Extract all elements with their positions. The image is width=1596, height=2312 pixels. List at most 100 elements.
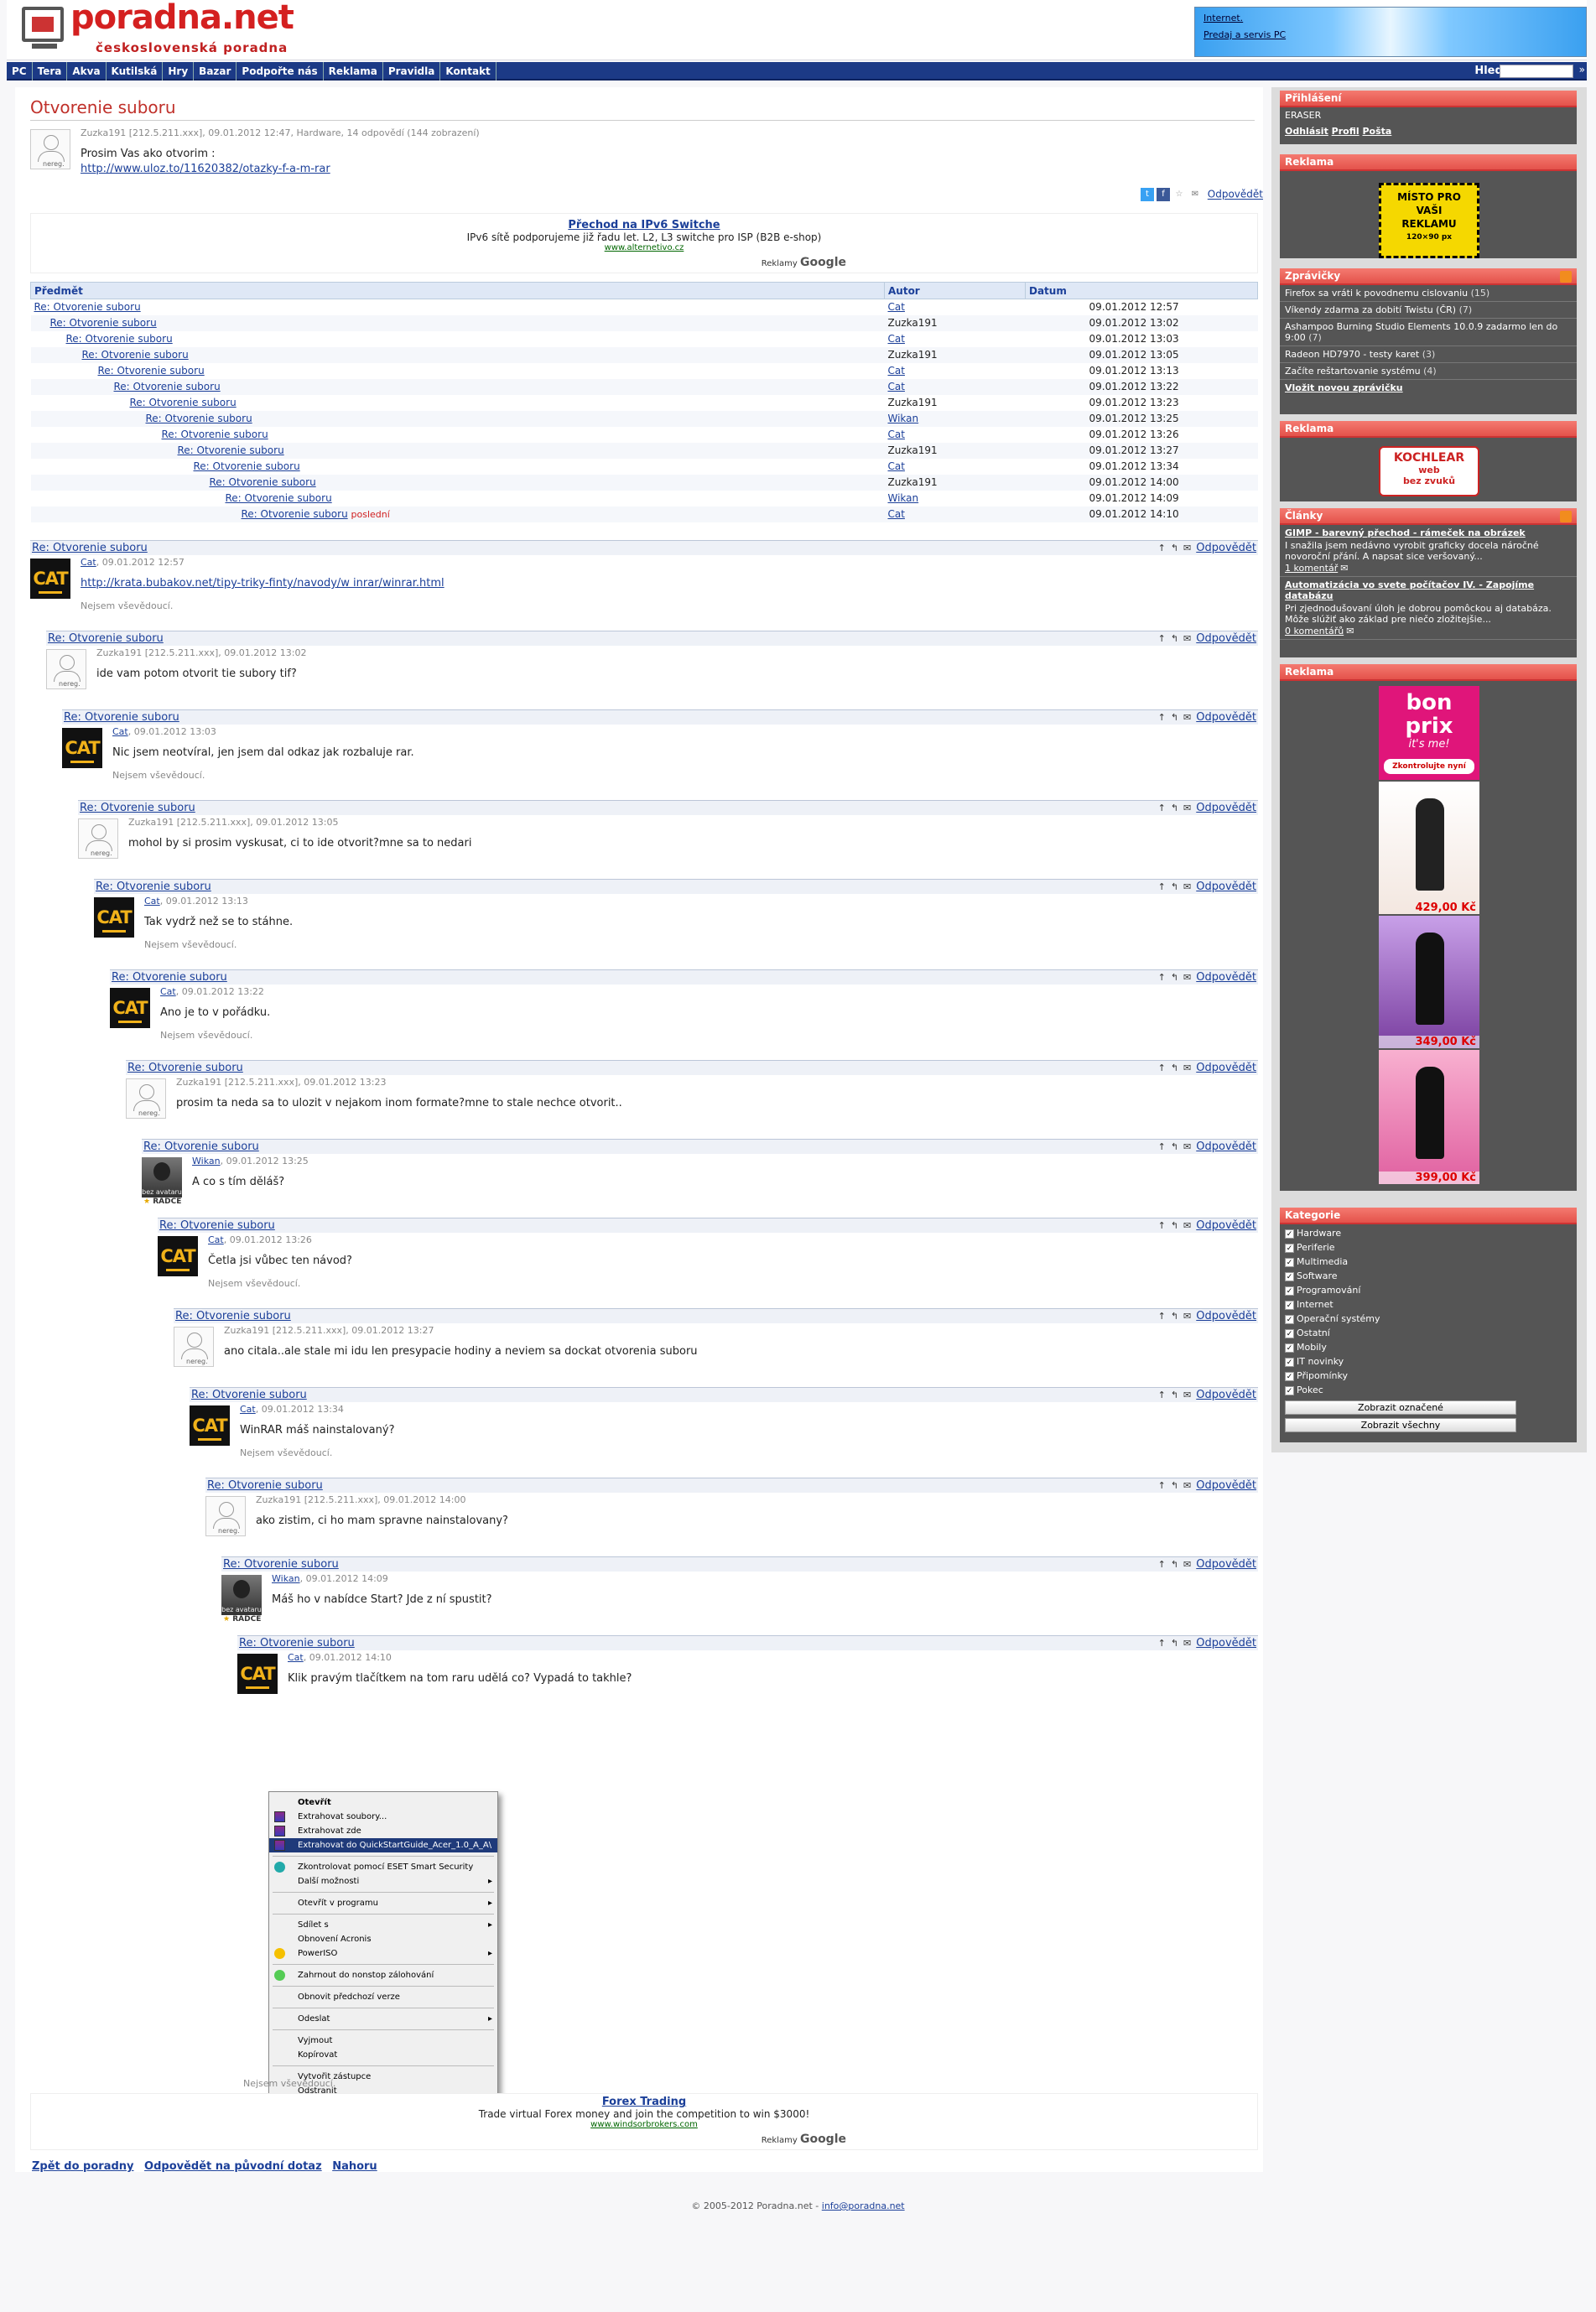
reply-original-link[interactable]: Odpovědět na původní dotaz bbox=[144, 2160, 322, 2173]
show-selected-button[interactable]: Zobrazit označené bbox=[1285, 1400, 1516, 1415]
reply-button[interactable]: Odpovědět bbox=[1196, 1479, 1256, 1492]
mail-icon[interactable]: ✉ bbox=[1183, 881, 1191, 892]
context-menu-item[interactable]: Extrahovat soubory... bbox=[269, 1810, 497, 1824]
mail-icon[interactable]: ✉ bbox=[1183, 1559, 1191, 1570]
thread-subject-link[interactable]: Re: Otvorenie suboru bbox=[178, 444, 284, 456]
back-link[interactable]: Zpět do poradny bbox=[32, 2160, 134, 2173]
post-title-link[interactable]: Re: Otvorenie suboru bbox=[191, 1389, 307, 1401]
profile-link[interactable]: Profil bbox=[1332, 126, 1359, 137]
context-menu-item[interactable]: Obnovení Acronis bbox=[269, 1932, 497, 1946]
post-author-link[interactable]: Cat bbox=[288, 1652, 304, 1663]
mail-icon[interactable]: ✉ bbox=[1183, 1311, 1191, 1322]
checkbox[interactable]: ✓ bbox=[1285, 1300, 1294, 1310]
category-item[interactable]: ✓ Pokec bbox=[1280, 1383, 1577, 1397]
reply-arrow-icon[interactable]: ↰ bbox=[1171, 1638, 1178, 1649]
site-logo[interactable]: poradna.net československá poradna bbox=[22, 0, 294, 55]
thread-author[interactable]: Cat bbox=[888, 508, 905, 520]
reply-arrow-icon[interactable]: ↰ bbox=[1171, 1062, 1178, 1073]
reply-button[interactable]: Odpovědět bbox=[1196, 1389, 1256, 1401]
thread-author[interactable]: Cat bbox=[888, 381, 905, 392]
reply-arrow-icon[interactable]: ↰ bbox=[1171, 1220, 1178, 1231]
ad-top-title[interactable]: Přechod na IPv6 Switche bbox=[31, 219, 1257, 231]
context-menu-item[interactable]: Obnovit předchozí verze bbox=[269, 1990, 497, 2004]
post-author-link[interactable]: Cat bbox=[240, 1404, 256, 1415]
category-item[interactable]: ✓ Software bbox=[1280, 1269, 1577, 1283]
arrow-up-icon[interactable]: ↑ bbox=[1158, 633, 1166, 644]
table-row[interactable]: Re: Otvorenie suboru Zuzka191 09.01.2012 1… bbox=[31, 395, 1258, 411]
nav-item-hry[interactable]: Hry bbox=[163, 62, 195, 81]
context-menu-item[interactable]: Extrahovat do QuickStartGuide_Acer_1.0_A… bbox=[269, 1838, 497, 1852]
nav-item-reklama[interactable]: Reklama bbox=[324, 62, 383, 81]
checkbox[interactable]: ✓ bbox=[1285, 1257, 1294, 1267]
mail-icon[interactable]: ✉ bbox=[1183, 803, 1191, 813]
checkbox[interactable]: ✓ bbox=[1285, 1229, 1294, 1239]
nav-item-pc[interactable]: PC bbox=[7, 62, 33, 81]
table-row[interactable]: Re: Otvorenie suboru Cat 09.01.2012 13:26 bbox=[31, 427, 1258, 443]
mail-icon[interactable]: ✉ bbox=[1183, 1638, 1191, 1649]
arrow-up-icon[interactable]: ↑ bbox=[1158, 803, 1166, 813]
mail-icon[interactable]: ✉ bbox=[1183, 543, 1191, 553]
mail-icon[interactable]: ✉ bbox=[1183, 1062, 1191, 1073]
reply-arrow-icon[interactable]: ↰ bbox=[1171, 1480, 1178, 1491]
header-link-internet[interactable]: Internet. bbox=[1203, 13, 1586, 24]
arrow-up-icon[interactable]: ↑ bbox=[1158, 1141, 1166, 1152]
arrow-up-icon[interactable]: ↑ bbox=[1158, 881, 1166, 892]
post-title-link[interactable]: Re: Otvorenie suboru bbox=[48, 632, 164, 645]
twitter-icon[interactable]: t bbox=[1140, 188, 1154, 201]
product-image[interactable]: 399,00 Kč bbox=[1379, 1050, 1479, 1184]
table-row[interactable]: Re: Otvorenie suboru Cat 09.01.2012 13:03 bbox=[31, 331, 1258, 347]
rss-icon[interactable] bbox=[1560, 511, 1572, 522]
thread-subject-link[interactable]: Re: Otvorenie suboru bbox=[162, 429, 268, 440]
reply-arrow-icon[interactable]: ↰ bbox=[1171, 543, 1178, 553]
post-title-link[interactable]: Re: Otvorenie suboru bbox=[32, 542, 148, 554]
table-row[interactable]: Re: Otvorenie suboru Cat 09.01.2012 13:22 bbox=[30, 378, 1258, 395]
post-title-link[interactable]: Re: Otvorenie suboru bbox=[80, 802, 195, 814]
post-title-link[interactable]: Re: Otvorenie suboru bbox=[96, 881, 211, 893]
arrow-up-icon[interactable]: ↑ bbox=[1158, 1638, 1166, 1649]
arrow-up-icon[interactable]: ↑ bbox=[1158, 1480, 1166, 1491]
category-item[interactable]: ✓ Multimedia bbox=[1280, 1255, 1577, 1269]
article-link[interactable]: GIMP - barevný přechod - rámeček na obrá… bbox=[1285, 527, 1526, 538]
ad-bottom-url[interactable]: www.windsorbrokers.com bbox=[31, 2120, 1257, 2129]
thread-subject-link[interactable]: Re: Otvorenie suboru bbox=[98, 365, 205, 377]
category-item[interactable]: ✓ Ostatní bbox=[1280, 1326, 1577, 1340]
checkbox[interactable]: ✓ bbox=[1285, 1371, 1294, 1381]
arrow-up-icon[interactable]: ↑ bbox=[1158, 543, 1166, 553]
bonprix-banner[interactable]: bon prix it's me! Zkontrolujte nyní bbox=[1379, 686, 1479, 780]
star-icon[interactable]: ☆ bbox=[1172, 188, 1186, 201]
reply-button[interactable]: Odpovědět bbox=[1196, 1062, 1256, 1074]
arrow-up-icon[interactable]: ↑ bbox=[1158, 1311, 1166, 1322]
thread-author[interactable]: Cat bbox=[888, 365, 905, 377]
thread-author[interactable]: Wikan bbox=[888, 413, 919, 424]
post-title-link[interactable]: Re: Otvorenie suboru bbox=[143, 1140, 259, 1153]
thread-author[interactable]: Cat bbox=[888, 301, 905, 313]
post-title-link[interactable]: Re: Otvorenie suboru bbox=[127, 1062, 243, 1074]
reply-button[interactable]: Odpovědět bbox=[1196, 881, 1256, 893]
question-link[interactable]: http://www.uloz.to/11620382/otazky-f-a-m… bbox=[81, 163, 330, 175]
checkbox[interactable]: ✓ bbox=[1285, 1286, 1294, 1296]
post-author-link[interactable]: Wikan bbox=[272, 1573, 300, 1584]
nav-item-akva[interactable]: Akva bbox=[67, 62, 107, 81]
category-item[interactable]: ✓ Mobily bbox=[1280, 1340, 1577, 1354]
ad-bottom-title[interactable]: Forex Trading bbox=[31, 2096, 1257, 2108]
thread-subject-link[interactable]: Re: Otvorenie suboru bbox=[82, 349, 189, 361]
category-item[interactable]: ✓ Periferie bbox=[1280, 1240, 1577, 1255]
context-menu-item[interactable]: Vyjmout bbox=[269, 2034, 497, 2048]
table-row[interactable]: Re: Otvorenie suboru Zuzka191 09.01.2012 1… bbox=[30, 474, 1258, 491]
post-title-link[interactable]: Re: Otvorenie suboru bbox=[239, 1637, 355, 1650]
news-item[interactable]: Víkendy zdarma za dobití Twistu (ČR) (7) bbox=[1280, 302, 1577, 319]
post-title-link[interactable]: Re: Otvorenie suboru bbox=[112, 971, 227, 984]
post-author-link[interactable]: Cat bbox=[112, 726, 128, 737]
reply-button[interactable]: Odpovědět bbox=[1196, 711, 1256, 724]
news-item[interactable]: Ashampoo Burning Studio Elements 10.0.9 … bbox=[1280, 319, 1577, 346]
post-title-link[interactable]: Re: Otvorenie suboru bbox=[159, 1219, 275, 1232]
news-item[interactable]: Firefox sa vráti k povodnemu cislovaniu … bbox=[1280, 285, 1577, 302]
nav-item-podporte[interactable]: Podpořte nás bbox=[237, 62, 324, 81]
nav-item-kontakt[interactable]: Kontakt bbox=[440, 62, 496, 81]
post-title-link[interactable]: Re: Otvorenie suboru bbox=[223, 1558, 339, 1571]
context-menu-item[interactable]: Zahrnout do nonstop zálohování bbox=[269, 1968, 497, 1982]
reply-button[interactable]: Odpovědět bbox=[1196, 1219, 1256, 1232]
context-menu-item[interactable]: Sdílet s ▸ bbox=[269, 1918, 497, 1932]
rss-icon[interactable] bbox=[1560, 271, 1572, 283]
post-author-link[interactable]: Wikan bbox=[192, 1156, 221, 1166]
